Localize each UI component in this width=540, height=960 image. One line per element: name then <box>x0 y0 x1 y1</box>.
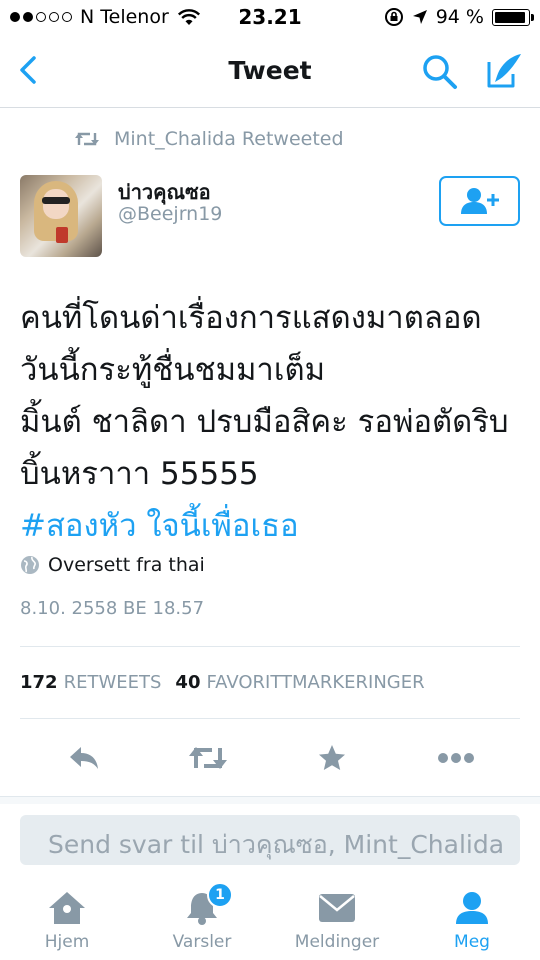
author-handle[interactable]: @Beejrn19 <box>118 203 222 225</box>
messages-icon <box>319 894 355 922</box>
tab-profile[interactable]: Meg <box>417 888 527 952</box>
profile-icon <box>456 892 488 924</box>
favorites-label: FAVORITTMARKERINGER <box>206 672 425 693</box>
rotation-lock-icon <box>384 8 403 26</box>
tweet-actions <box>0 738 540 778</box>
battery-percent: 94 % <box>435 6 484 28</box>
tweet-line: บิ้นหราาา 55555 <box>20 456 259 492</box>
tab-notifications[interactable]: 1 Varsler <box>147 882 257 952</box>
location-arrow-icon <box>412 10 427 24</box>
reply-input[interactable]: Send svar til บ่าวคุณซอ, Mint_Chalida <box>20 815 520 865</box>
translate-label: Oversett fra thai <box>48 554 205 576</box>
retweet-icon <box>189 747 227 769</box>
retweets-stat[interactable]: 172 RETWEETS <box>20 672 161 693</box>
add-user-icon <box>460 188 499 214</box>
favorite-icon <box>319 745 345 770</box>
tab-label: Meldinger <box>294 932 380 952</box>
notification-badge: 1 <box>207 882 233 908</box>
retweet-button[interactable] <box>188 738 228 778</box>
tweet-stats: 172 RETWEETS 40 FAVORITTMARKERINGER <box>20 672 425 693</box>
tweet-line: คนที่โดนด่าเรื่องการแสดงมาตลอด <box>20 300 482 336</box>
status-bar: N Telenor 23.21 94 % <box>0 0 540 36</box>
retweet-small-icon <box>75 132 99 146</box>
translate-link[interactable]: Oversett fra thai <box>20 554 205 576</box>
tweet-line: มิ้นต์ ชาลิดา ปรบมือสิคะ รอพ่อตัดริบ <box>20 404 509 440</box>
compose-icon[interactable] <box>483 50 525 92</box>
home-icon <box>49 892 85 924</box>
tweet-timestamp: 8.10. 2558 BE 18.57 <box>20 598 205 619</box>
battery-icon <box>492 8 534 26</box>
status-right: 94 % <box>384 6 534 28</box>
tab-bar: Hjem 1 Varsler Meldinger Meg <box>0 880 540 960</box>
favorites-count: 40 <box>175 672 201 693</box>
avatar[interactable] <box>20 175 102 257</box>
favorites-stat[interactable]: 40 FAVORITTMARKERINGER <box>175 672 424 693</box>
search-icon[interactable] <box>420 52 460 92</box>
retweets-label: RETWEETS <box>63 672 162 693</box>
retweets-count: 172 <box>20 672 58 693</box>
retweeted-by[interactable]: Mint_Chalida Retweeted <box>74 128 344 150</box>
tweet-text: คนที่โดนด่าเรื่องการแสดงมาตลอด วันนี้กระ… <box>20 292 525 552</box>
tab-label: Varsler <box>172 932 232 952</box>
tab-label: Meg <box>454 932 490 952</box>
follow-button[interactable] <box>439 176 520 226</box>
tab-home[interactable]: Hjem <box>12 888 122 952</box>
reply-button[interactable] <box>64 738 104 778</box>
divider <box>20 646 520 647</box>
reply-icon <box>70 747 98 769</box>
nav-bar: Tweet <box>0 36 540 108</box>
tab-messages[interactable]: Meldinger <box>282 888 392 952</box>
globe-icon <box>21 556 39 574</box>
hashtag-link[interactable]: #สองหัว ใจนี้เพื่อเธอ <box>20 500 525 552</box>
favorite-button[interactable] <box>312 738 352 778</box>
divider <box>20 718 520 719</box>
tweet-line: วันนี้กระทู้ชื่นชมมาเต็ม <box>20 352 326 388</box>
retweeted-by-label: Mint_Chalida Retweeted <box>114 128 344 150</box>
section-separator <box>0 796 540 804</box>
more-icon <box>438 753 474 763</box>
more-button[interactable] <box>436 738 476 778</box>
tab-label: Hjem <box>44 932 90 952</box>
